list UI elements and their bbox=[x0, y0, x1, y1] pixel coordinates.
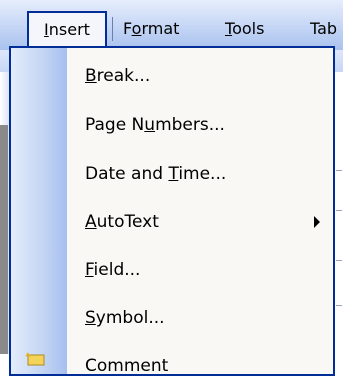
mnemonic: S bbox=[85, 308, 96, 328]
ruler-tick bbox=[336, 305, 342, 306]
mnemonic: F bbox=[85, 260, 94, 280]
ruler-tick bbox=[336, 210, 342, 211]
menu-insert-rest: nsert bbox=[48, 20, 90, 39]
menu-separator bbox=[112, 17, 113, 41]
comment-icon bbox=[25, 352, 45, 366]
label-rest: mment bbox=[107, 356, 169, 376]
menu-item-label: Comment bbox=[85, 342, 168, 390]
menu-format-rest: rmat bbox=[141, 19, 180, 38]
menu-item-label: AutoText bbox=[85, 198, 159, 246]
menu-item-label: Page Numbers... bbox=[85, 101, 225, 149]
menu-item-comment[interactable]: Comment bbox=[11, 342, 333, 390]
menu-item-break[interactable]: Break... bbox=[11, 52, 333, 100]
label-rest: mbers... bbox=[155, 115, 225, 135]
ruler-tick bbox=[336, 260, 342, 261]
label-rest: reak... bbox=[96, 66, 151, 86]
menu-bar: Insert Format Tools Tab bbox=[0, 0, 343, 50]
menu-item-label: Field... bbox=[85, 246, 140, 294]
submenu-arrow-icon bbox=[314, 216, 320, 228]
menu-table[interactable]: Tab bbox=[310, 13, 337, 45]
menu-format-pre: F bbox=[123, 19, 132, 38]
menu-item-autotext[interactable]: AutoText bbox=[11, 198, 333, 246]
mnemonic: A bbox=[85, 212, 97, 232]
menu-item-field[interactable]: Field... bbox=[11, 246, 333, 294]
menu-item-symbol[interactable]: Symbol... bbox=[11, 294, 333, 342]
label-pre: Co bbox=[85, 356, 108, 376]
menu-table-label: Tab bbox=[310, 19, 338, 38]
menu-item-label: Symbol... bbox=[85, 294, 165, 342]
menu-insert[interactable]: Insert bbox=[27, 11, 107, 47]
menu-tools-mnemonic: T bbox=[225, 19, 233, 38]
label-rest: ime... bbox=[178, 164, 227, 184]
menu-tools[interactable]: Tools bbox=[225, 13, 264, 45]
menu-item-label: Date and Time... bbox=[85, 150, 226, 198]
document-left-border bbox=[0, 125, 8, 354]
menu-item-page-numbers[interactable]: Page Numbers... bbox=[11, 101, 333, 149]
menu-tools-rest: ools bbox=[232, 19, 265, 38]
menu-item-date-and-time[interactable]: Date and Time... bbox=[11, 150, 333, 198]
label-rest: utoText bbox=[96, 212, 159, 232]
menu-item-label: Break... bbox=[85, 52, 150, 100]
mnemonic: B bbox=[85, 66, 97, 86]
label-pre: Page N bbox=[85, 115, 145, 135]
insert-menu-dropdown: Break... Page Numbers... Date and Time..… bbox=[9, 46, 335, 376]
document-right-area bbox=[334, 72, 343, 354]
label-rest: ymbol... bbox=[95, 308, 165, 328]
mnemonic: T bbox=[168, 164, 179, 184]
menu-format-mnemonic: o bbox=[131, 19, 142, 38]
menu-format[interactable]: Format bbox=[123, 13, 179, 45]
label-pre: Date and bbox=[85, 164, 169, 184]
ruler-tick bbox=[336, 170, 342, 171]
mnemonic: u bbox=[144, 115, 156, 135]
label-rest: ield... bbox=[93, 260, 141, 280]
